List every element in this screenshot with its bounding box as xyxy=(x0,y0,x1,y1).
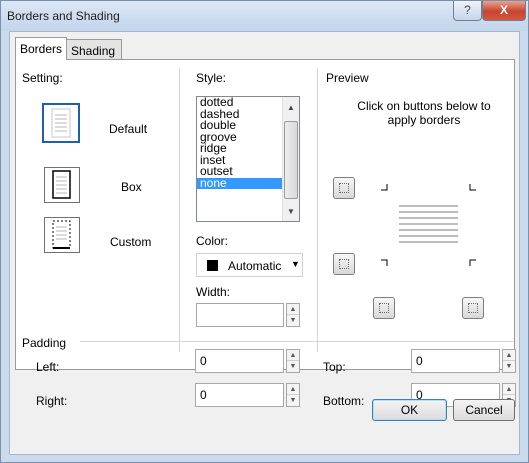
bottom-border-button[interactable] xyxy=(333,253,355,275)
width-input[interactable] xyxy=(196,303,284,327)
scroll-thumb[interactable] xyxy=(284,121,298,199)
style-heading: Style: xyxy=(196,71,227,85)
padding-left-spinner[interactable]: ▲ ▼ xyxy=(286,349,300,373)
dialog-title: Borders and Shading xyxy=(7,9,120,23)
preview-heading: Preview xyxy=(326,71,369,85)
preview-page-icon xyxy=(381,184,476,266)
color-heading: Color: xyxy=(196,234,229,248)
padding-left-label: Left: xyxy=(36,360,60,374)
spin-down-icon[interactable]: ▼ xyxy=(287,361,299,372)
padding-top-spinner[interactable]: ▲ ▼ xyxy=(502,349,516,373)
color-value: Automatic xyxy=(228,259,282,273)
column-divider xyxy=(317,68,318,352)
title-bar: Borders and Shading ? X xyxy=(1,1,528,31)
style-scrollbar[interactable]: ▲ ▼ xyxy=(282,97,299,221)
close-button[interactable]: X xyxy=(482,1,526,21)
tab-borders[interactable]: Borders xyxy=(15,37,67,60)
setting-box-label: Box xyxy=(121,180,142,194)
spin-up-icon[interactable]: ▲ xyxy=(503,384,515,395)
width-spinner[interactable]: ▲ ▼ xyxy=(286,303,300,327)
ok-button[interactable]: OK xyxy=(372,399,447,421)
spin-down-icon[interactable]: ▼ xyxy=(287,315,299,326)
spin-up-icon[interactable]: ▲ xyxy=(287,304,299,315)
spin-down-icon[interactable]: ▼ xyxy=(503,361,515,372)
padding-top-label: Top: xyxy=(323,360,346,374)
column-divider xyxy=(179,68,180,352)
preview-instructions: Click on buttons below to apply borders xyxy=(357,99,491,127)
color-dropdown[interactable]: Automatic ▼ xyxy=(196,253,303,277)
left-border-button[interactable] xyxy=(373,297,395,319)
padding-top-input[interactable]: 0 xyxy=(411,349,500,373)
spin-up-icon[interactable]: ▲ xyxy=(503,350,515,361)
spin-up-icon[interactable]: ▲ xyxy=(287,384,299,395)
padding-heading: Padding xyxy=(22,336,67,350)
padding-right-input[interactable]: 0 xyxy=(195,383,284,407)
right-border-button[interactable] xyxy=(462,297,484,319)
dialog-body: Borders Shading Setting: Default Box Cus… xyxy=(9,31,520,455)
top-border-button[interactable] xyxy=(333,177,355,199)
setting-box-icon[interactable] xyxy=(44,167,80,203)
cancel-button[interactable]: Cancel xyxy=(453,399,515,421)
padding-right-label: Right: xyxy=(36,394,68,408)
dialog-window: Borders and Shading ? X Borders Shading … xyxy=(0,0,529,463)
padding-right-spinner[interactable]: ▲ ▼ xyxy=(286,383,300,407)
padding-divider xyxy=(80,341,514,342)
scroll-down-icon[interactable]: ▼ xyxy=(283,207,299,216)
chevron-down-icon: ▼ xyxy=(291,259,300,269)
spin-up-icon[interactable]: ▲ xyxy=(287,350,299,361)
setting-heading: Setting: xyxy=(22,71,63,85)
setting-custom-icon[interactable] xyxy=(44,217,80,253)
padding-left-input[interactable]: 0 xyxy=(195,349,284,373)
help-button[interactable]: ? xyxy=(453,1,482,21)
width-heading: Width: xyxy=(196,285,231,299)
spin-down-icon[interactable]: ▼ xyxy=(287,395,299,406)
setting-default-icon[interactable] xyxy=(42,103,80,143)
setting-default-label: Default xyxy=(109,122,148,136)
style-listbox[interactable]: dotted dashed double groove ridge inset … xyxy=(196,96,300,222)
setting-custom-label: Custom xyxy=(110,235,152,249)
borders-panel: Setting: Default Box Custom Style: dotte… xyxy=(15,59,515,370)
scroll-up-icon[interactable]: ▲ xyxy=(283,103,299,112)
padding-bottom-label: Bottom: xyxy=(323,394,365,408)
tab-shading[interactable]: Shading xyxy=(66,39,122,60)
color-swatch xyxy=(207,260,218,271)
